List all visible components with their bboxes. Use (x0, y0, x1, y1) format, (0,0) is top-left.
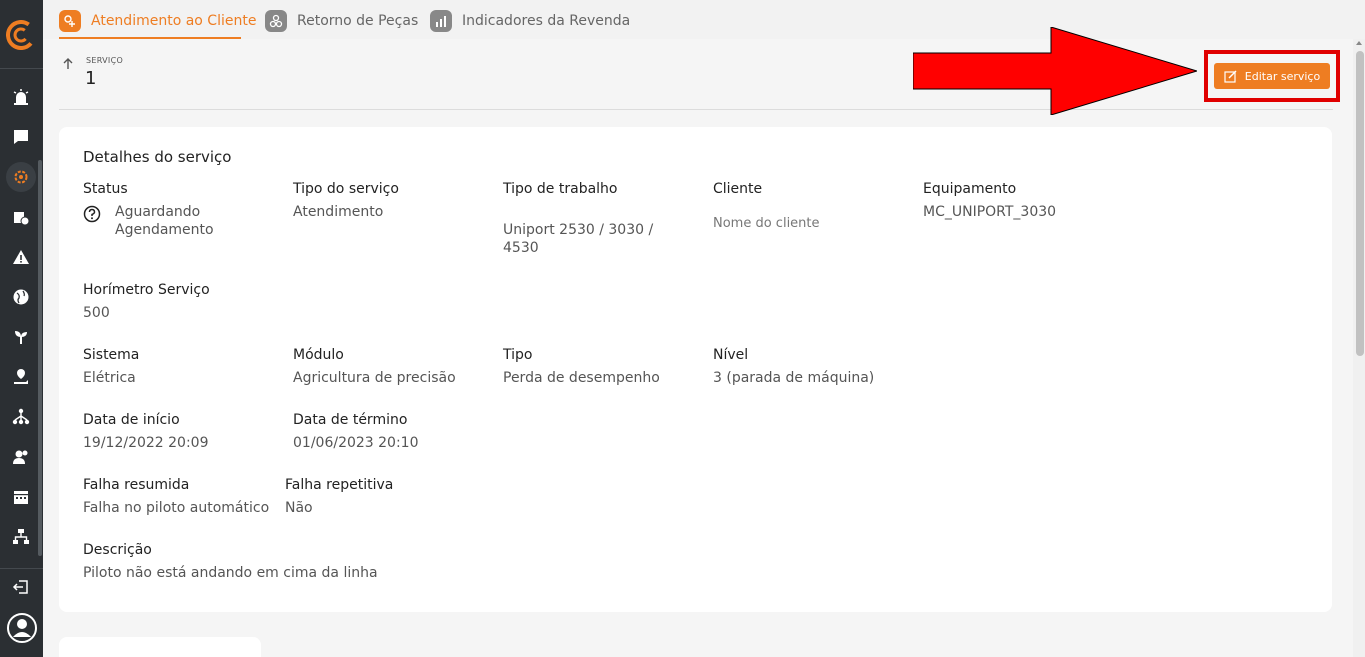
secondary-card (59, 637, 261, 657)
field-value: 01/06/2023 20:10 (293, 435, 419, 451)
hierarchy-icon[interactable] (11, 407, 31, 427)
alarm-icon[interactable] (11, 87, 31, 107)
field-label: Módulo (293, 347, 344, 363)
tab-retorno-pecas[interactable]: Retorno de Peças (265, 6, 418, 36)
field-label: Equipamento (923, 181, 1017, 197)
tab-label: Retorno de Peças (297, 13, 419, 29)
sitemap-icon[interactable] (11, 527, 31, 547)
field-value: Falha no piloto automático (83, 500, 270, 516)
start-date-field: Data de início 19/12/2022 20:09 (83, 412, 209, 452)
client-field: Cliente Nome do cliente (713, 181, 820, 233)
service-type-field: Tipo do serviço Atendimento (293, 181, 399, 221)
service-gear-icon[interactable] (6, 162, 36, 192)
chart-icon (430, 10, 452, 32)
tab-indicadores-revenda[interactable]: Indicadores da Revenda (430, 6, 630, 36)
level-field: Nível 3 (parada de máquina) (713, 347, 874, 387)
field-value: Agricultura de precisão (293, 370, 456, 386)
module-field: Módulo Agricultura de precisão (293, 347, 456, 387)
calendar-tools-icon[interactable] (11, 207, 31, 227)
tab-atendimento[interactable]: Atendimento ao Cliente (59, 6, 256, 36)
chat-icon[interactable] (11, 127, 31, 147)
arrow-up-icon[interactable] (61, 57, 75, 71)
service-label: SERVIÇO (86, 56, 124, 65)
company-logo[interactable] (6, 20, 36, 50)
field-label: Sistema (83, 347, 140, 363)
calendar-icon[interactable] (11, 487, 31, 507)
sidebar-divider (0, 68, 43, 69)
field-value: Nome do cliente (713, 216, 820, 231)
field-value: Elétrica (83, 370, 136, 386)
field-label: Cliente (713, 181, 763, 197)
field-label: Nível (713, 347, 749, 363)
highlight-box (1204, 50, 1340, 102)
card-title: Detalhes do serviço (83, 148, 232, 166)
field-label: Descrição (83, 542, 152, 558)
end-date-field: Data de término 01/06/2023 20:10 (293, 412, 419, 452)
field-label: Tipo do serviço (293, 181, 399, 197)
work-type-field: Tipo de trabalho Uniport 2530 / 3030 / 4… (503, 181, 653, 257)
field-label: Data de início (83, 412, 180, 428)
sidebar-divider (0, 568, 43, 569)
scroll-up-icon[interactable] (1356, 41, 1362, 45)
field-label: Horímetro Serviço (83, 282, 210, 298)
type-field: Tipo Perda de desempenho (503, 347, 660, 387)
status-field: Status Aguardando Agendamento (83, 181, 214, 239)
description-field: Descrição Piloto não está andando em cim… (83, 542, 378, 582)
service-details-card: Detalhes do serviço Status Aguardando Ag… (59, 127, 1332, 612)
field-value: Atendimento (293, 204, 384, 220)
field-value: Não (285, 500, 313, 516)
field-value: Perda de desempenho (503, 370, 660, 386)
tab-label: Indicadores da Revenda (462, 13, 631, 29)
hourmeter-field: Horímetro Serviço 500 (83, 282, 210, 322)
sidebar (0, 0, 43, 657)
main-scrollbar[interactable] (1353, 39, 1365, 657)
user-avatar-icon[interactable] (6, 612, 38, 644)
plant-icon[interactable] (11, 327, 31, 347)
field-value: Piloto não está andando em cima da linha (83, 565, 378, 581)
scrollbar-thumb[interactable] (1356, 51, 1364, 356)
field-value: 19/12/2022 20:09 (83, 435, 209, 451)
field-value: 4530 (503, 240, 539, 256)
field-label: Tipo de trabalho (503, 181, 618, 197)
field-label: Tipo (503, 347, 533, 363)
question-circle-icon (83, 205, 101, 223)
field-label: Status (83, 181, 128, 197)
main-content: SERVIÇO 1 Editar serviço Detalhes do ser… (43, 27, 1353, 657)
location-hand-icon[interactable] (11, 367, 31, 387)
field-value: MC_UNIPORT_3030 (923, 204, 1057, 220)
red-arrow-annotation-icon (913, 27, 1197, 115)
system-field: Sistema Elétrica (83, 347, 139, 387)
tab-label: Atendimento ao Cliente (91, 13, 257, 29)
field-value: Uniport 2530 / 3030 / (503, 222, 654, 238)
users-icon[interactable] (11, 447, 31, 467)
field-label: Falha repetitiva (285, 477, 394, 493)
logout-icon[interactable] (11, 577, 31, 597)
field-label: Data de término (293, 412, 408, 428)
warning-icon[interactable] (11, 247, 31, 267)
globe-icon[interactable] (11, 287, 31, 307)
field-value: Agendamento (115, 222, 214, 238)
parts-icon (265, 10, 287, 32)
sidebar-scrollbar[interactable] (38, 160, 42, 556)
repetitive-failure-field: Falha repetitiva Não (285, 477, 393, 517)
field-value: Aguardando (115, 204, 201, 220)
service-icon (59, 10, 81, 32)
failure-summary-field: Falha resumida Falha no piloto automátic… (83, 477, 269, 517)
field-value: 3 (parada de máquina) (713, 370, 875, 386)
service-number: 1 (85, 68, 97, 89)
equipment-field: Equipamento MC_UNIPORT_3030 (923, 181, 1056, 221)
field-value: 500 (83, 305, 110, 321)
field-label: Falha resumida (83, 477, 190, 493)
